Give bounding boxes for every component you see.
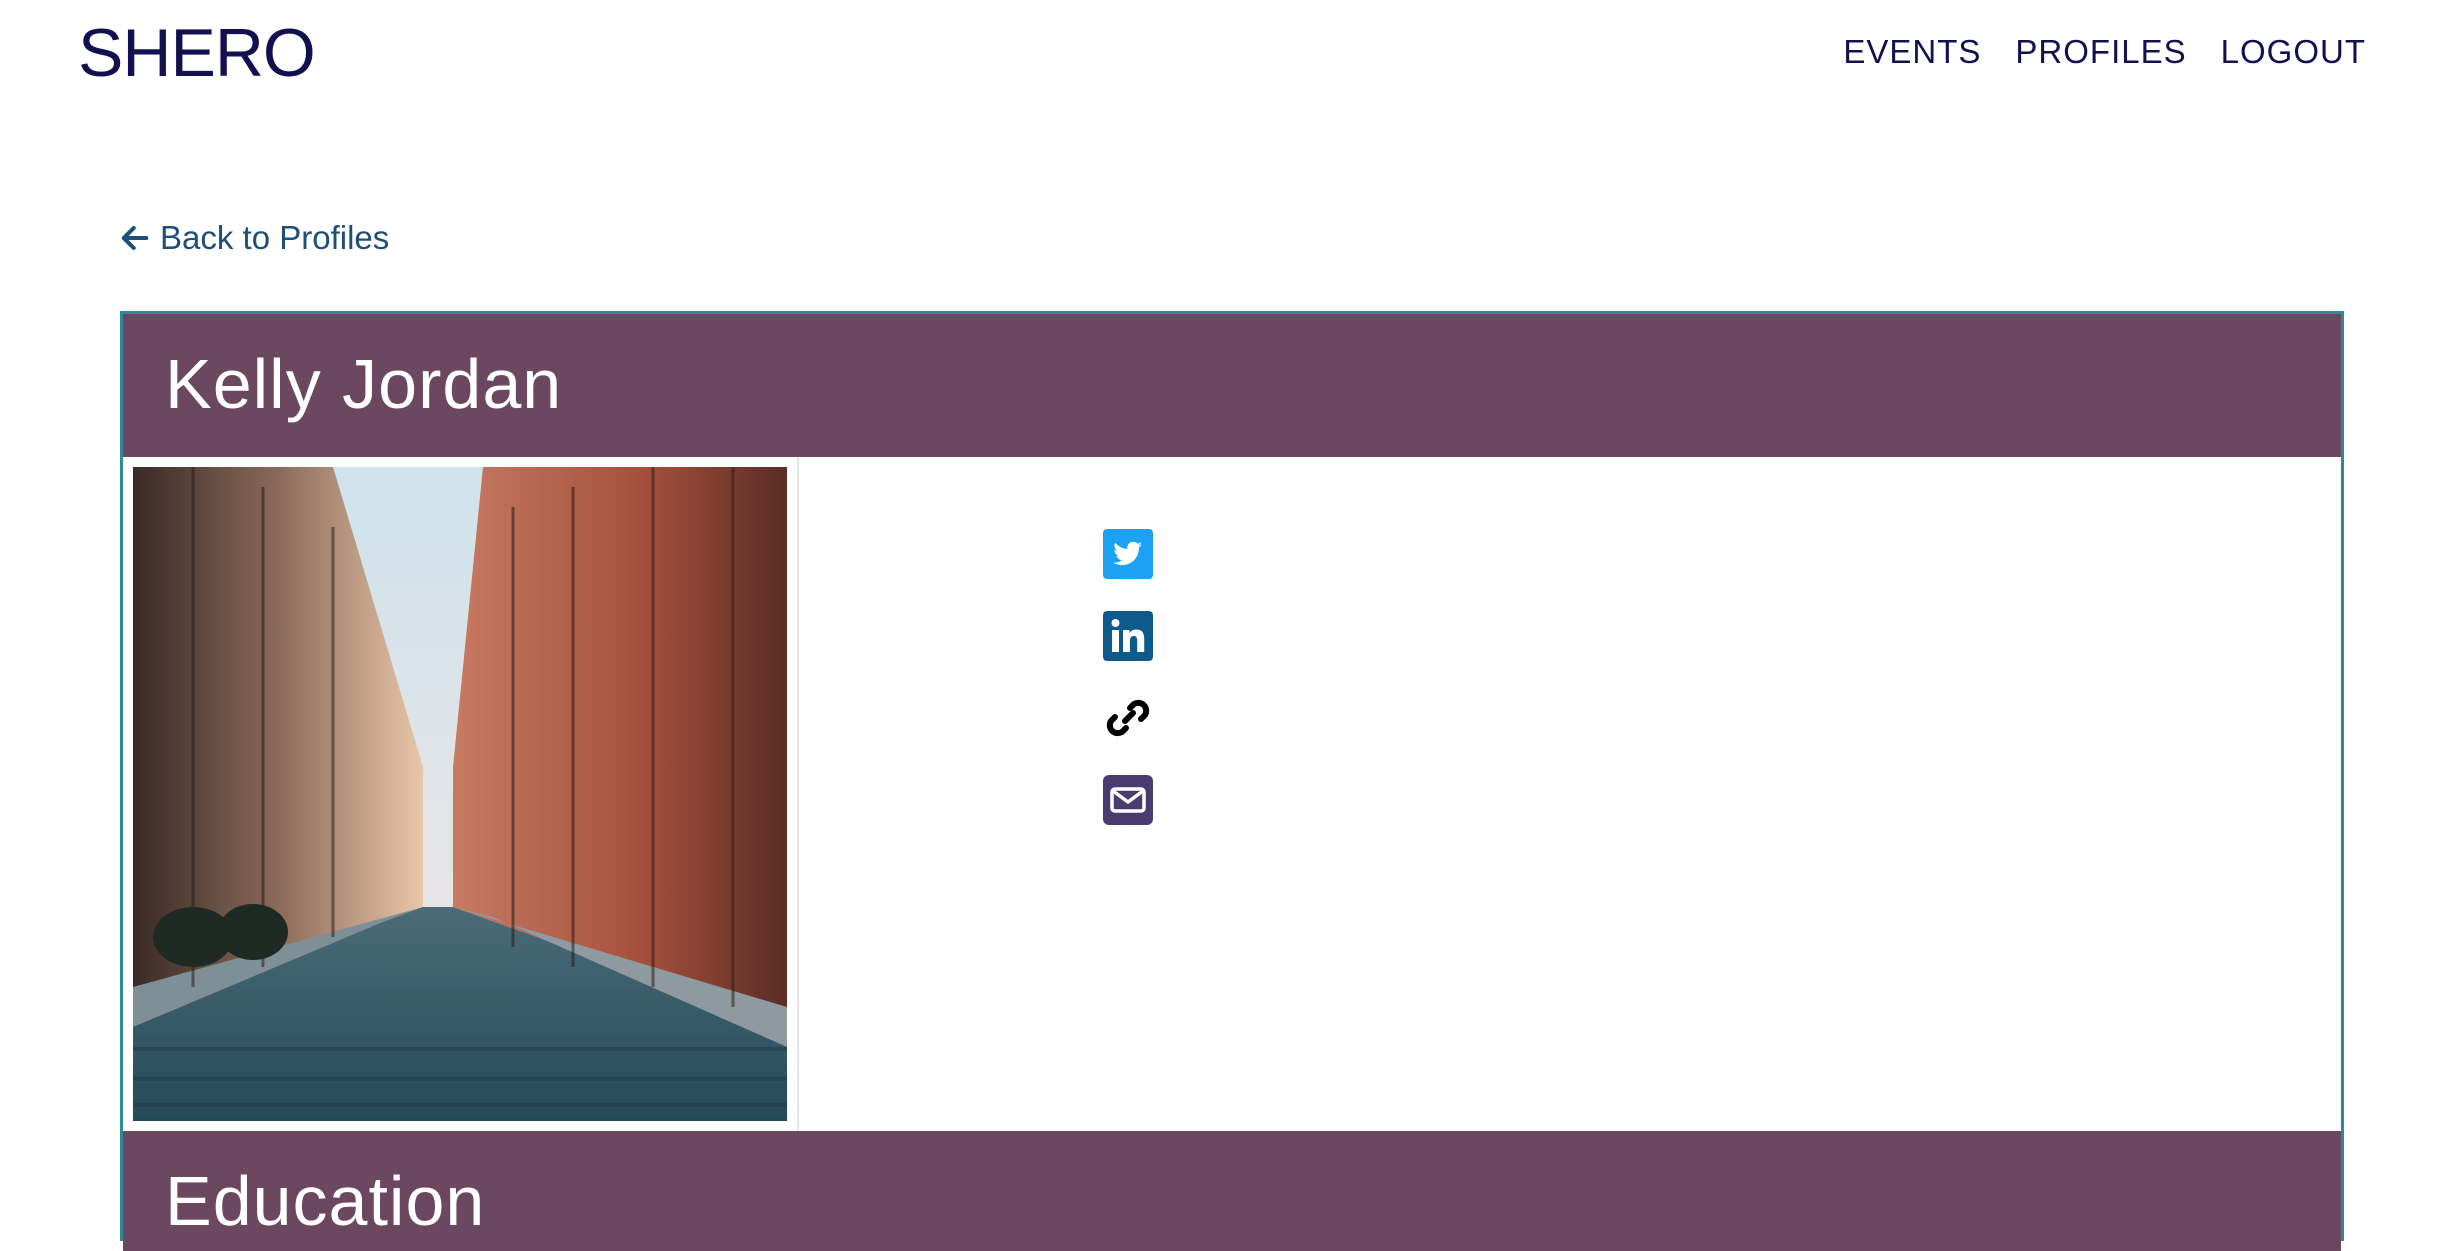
arrow-left-icon [121,226,149,250]
twitter-link[interactable] [1103,529,1153,579]
email-link[interactable] [1103,775,1153,825]
profile-photo [133,467,787,1121]
back-to-profiles-link[interactable]: Back to Profiles [120,216,389,260]
link-icon [1106,699,1150,737]
top-navbar: SHERO EVENTS PROFILES LOGOUT [0,0,2444,110]
profile-photo-cell [123,457,799,1131]
nav-logout-link[interactable]: LOGOUT [2221,30,2366,74]
linkedin-link[interactable] [1103,611,1153,661]
profile-name-header: Kelly Jordan [123,314,2341,457]
education-section-header: Education [123,1131,2341,1251]
main-nav: EVENTS PROFILES LOGOUT [1843,30,2366,74]
nav-profiles-link[interactable]: PROFILES [2015,30,2186,74]
twitter-icon [1103,529,1153,579]
profile-card: Kelly Jordan Education [120,311,2344,1251]
email-icon [1103,775,1153,825]
social-links [1103,529,1153,825]
back-link-label: Back to Profiles [160,219,390,256]
website-link[interactable] [1103,693,1153,743]
linkedin-icon [1103,611,1153,661]
nav-events-link[interactable]: EVENTS [1843,30,1981,74]
education-title: Education [165,1162,486,1240]
brand-logo[interactable]: SHERO [78,18,316,88]
profile-name: Kelly Jordan [165,345,563,423]
